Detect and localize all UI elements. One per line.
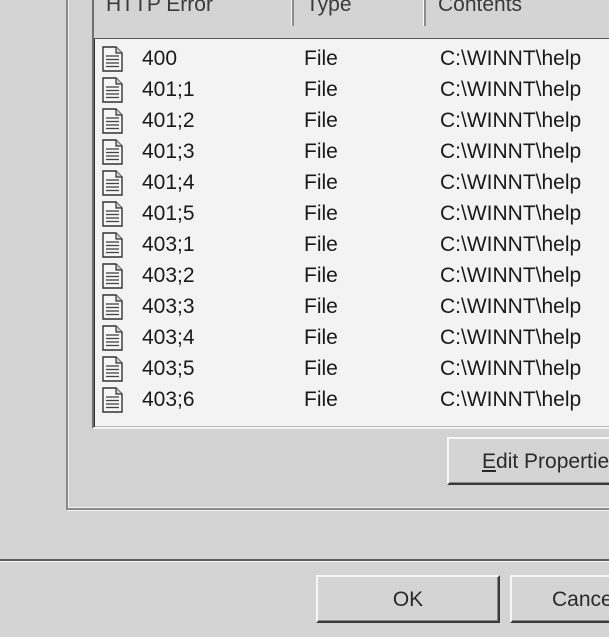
error-contents-path: C:\WINNT\help — [440, 233, 582, 256]
error-contents-path: C:\WINNT\help — [440, 202, 582, 225]
cancel-button[interactable]: Cancel — [510, 575, 609, 623]
document-icon — [102, 232, 126, 258]
error-type: File — [304, 171, 338, 194]
http-error-code: 403;5 — [142, 357, 195, 380]
error-type: File — [304, 326, 338, 349]
list-row[interactable]: 401;5 File C:\WINNT\help — [94, 198, 609, 229]
document-icon — [102, 170, 126, 196]
error-contents-path: C:\WINNT\help — [440, 78, 582, 101]
list-row[interactable]: 401;4 File C:\WINNT\help — [94, 167, 609, 198]
document-icon — [102, 356, 126, 382]
http-error-code: 401;1 — [142, 78, 195, 101]
http-error-code: 403;6 — [142, 388, 195, 411]
document-icon — [102, 263, 126, 289]
list-row[interactable]: 400 File C:\WINNT\help — [94, 43, 609, 74]
list-row[interactable]: 403;6 File C:\WINNT\help — [94, 384, 609, 415]
document-icon — [102, 387, 126, 413]
document-icon — [102, 201, 126, 227]
error-type: File — [304, 47, 338, 70]
edit-properties-label: dit Properties — [496, 450, 609, 473]
document-icon — [102, 294, 126, 320]
list-row[interactable]: 403;4 File C:\WINNT\help — [94, 322, 609, 353]
http-error-code: 403;1 — [142, 233, 195, 256]
error-contents-path: C:\WINNT\help — [440, 357, 582, 380]
error-type: File — [304, 78, 338, 101]
document-icon — [102, 108, 126, 134]
document-icon — [102, 325, 126, 351]
list-row[interactable]: 401;1 File C:\WINNT\help — [94, 74, 609, 105]
http-error-code: 401;5 — [142, 202, 195, 225]
edit-properties-button[interactable]: Edit Properties — [447, 437, 609, 485]
button-separator — [0, 559, 609, 562]
error-type: File — [304, 140, 338, 163]
list-row[interactable]: 403;3 File C:\WINNT\help — [94, 291, 609, 322]
http-error-code: 403;3 — [142, 295, 195, 318]
error-type: File — [304, 264, 338, 287]
column-header-contents[interactable]: Contents — [426, 0, 609, 26]
list-header: HTTP Error Type Contents — [94, 0, 609, 39]
error-contents-path: C:\WINNT\help — [440, 171, 582, 194]
document-icon — [102, 139, 126, 165]
error-contents-path: C:\WINNT\help — [440, 264, 582, 287]
http-error-code: 400 — [142, 47, 178, 70]
http-error-code: 401;4 — [142, 171, 195, 194]
error-type: File — [304, 295, 338, 318]
error-contents-path: C:\WINNT\help — [440, 326, 582, 349]
http-error-code: 403;2 — [142, 264, 195, 287]
document-icon — [102, 46, 126, 72]
document-icon — [102, 77, 126, 103]
error-type: File — [304, 357, 338, 380]
ok-button[interactable]: OK — [316, 575, 500, 623]
list-row[interactable]: 403;1 File C:\WINNT\help — [94, 229, 609, 260]
error-contents-path: C:\WINNT\help — [440, 295, 582, 318]
http-error-code: 403;4 — [142, 326, 195, 349]
error-contents-path: C:\WINNT\help — [440, 140, 582, 163]
error-type: File — [304, 202, 338, 225]
http-error-code: 401;2 — [142, 109, 195, 132]
error-contents-path: C:\WINNT\help — [440, 388, 582, 411]
list-row[interactable]: 403;5 File C:\WINNT\help — [94, 353, 609, 384]
http-error-code: 401;3 — [142, 140, 195, 163]
error-type: File — [304, 233, 338, 256]
error-contents-path: C:\WINNT\help — [440, 109, 582, 132]
error-type: File — [304, 109, 338, 132]
column-header-type[interactable]: Type — [294, 0, 426, 26]
edit-properties-mnemonic: E — [482, 450, 497, 473]
list-row[interactable]: 401;3 File C:\WINNT\help — [94, 136, 609, 167]
error-contents-path: C:\WINNT\help — [440, 47, 582, 70]
column-header-http-error[interactable]: HTTP Error — [94, 0, 294, 26]
error-type: File — [304, 388, 338, 411]
list-row[interactable]: 403;2 File C:\WINNT\help — [94, 260, 609, 291]
list-row[interactable]: 401;2 File C:\WINNT\help — [94, 105, 609, 136]
http-errors-list[interactable]: HTTP Error Type Contents 400 File C:\WINNT… — [92, 0, 609, 429]
list-rows: 400 File C:\WINNT\help 401;1 File C:\WINNT\he… — [94, 43, 609, 415]
